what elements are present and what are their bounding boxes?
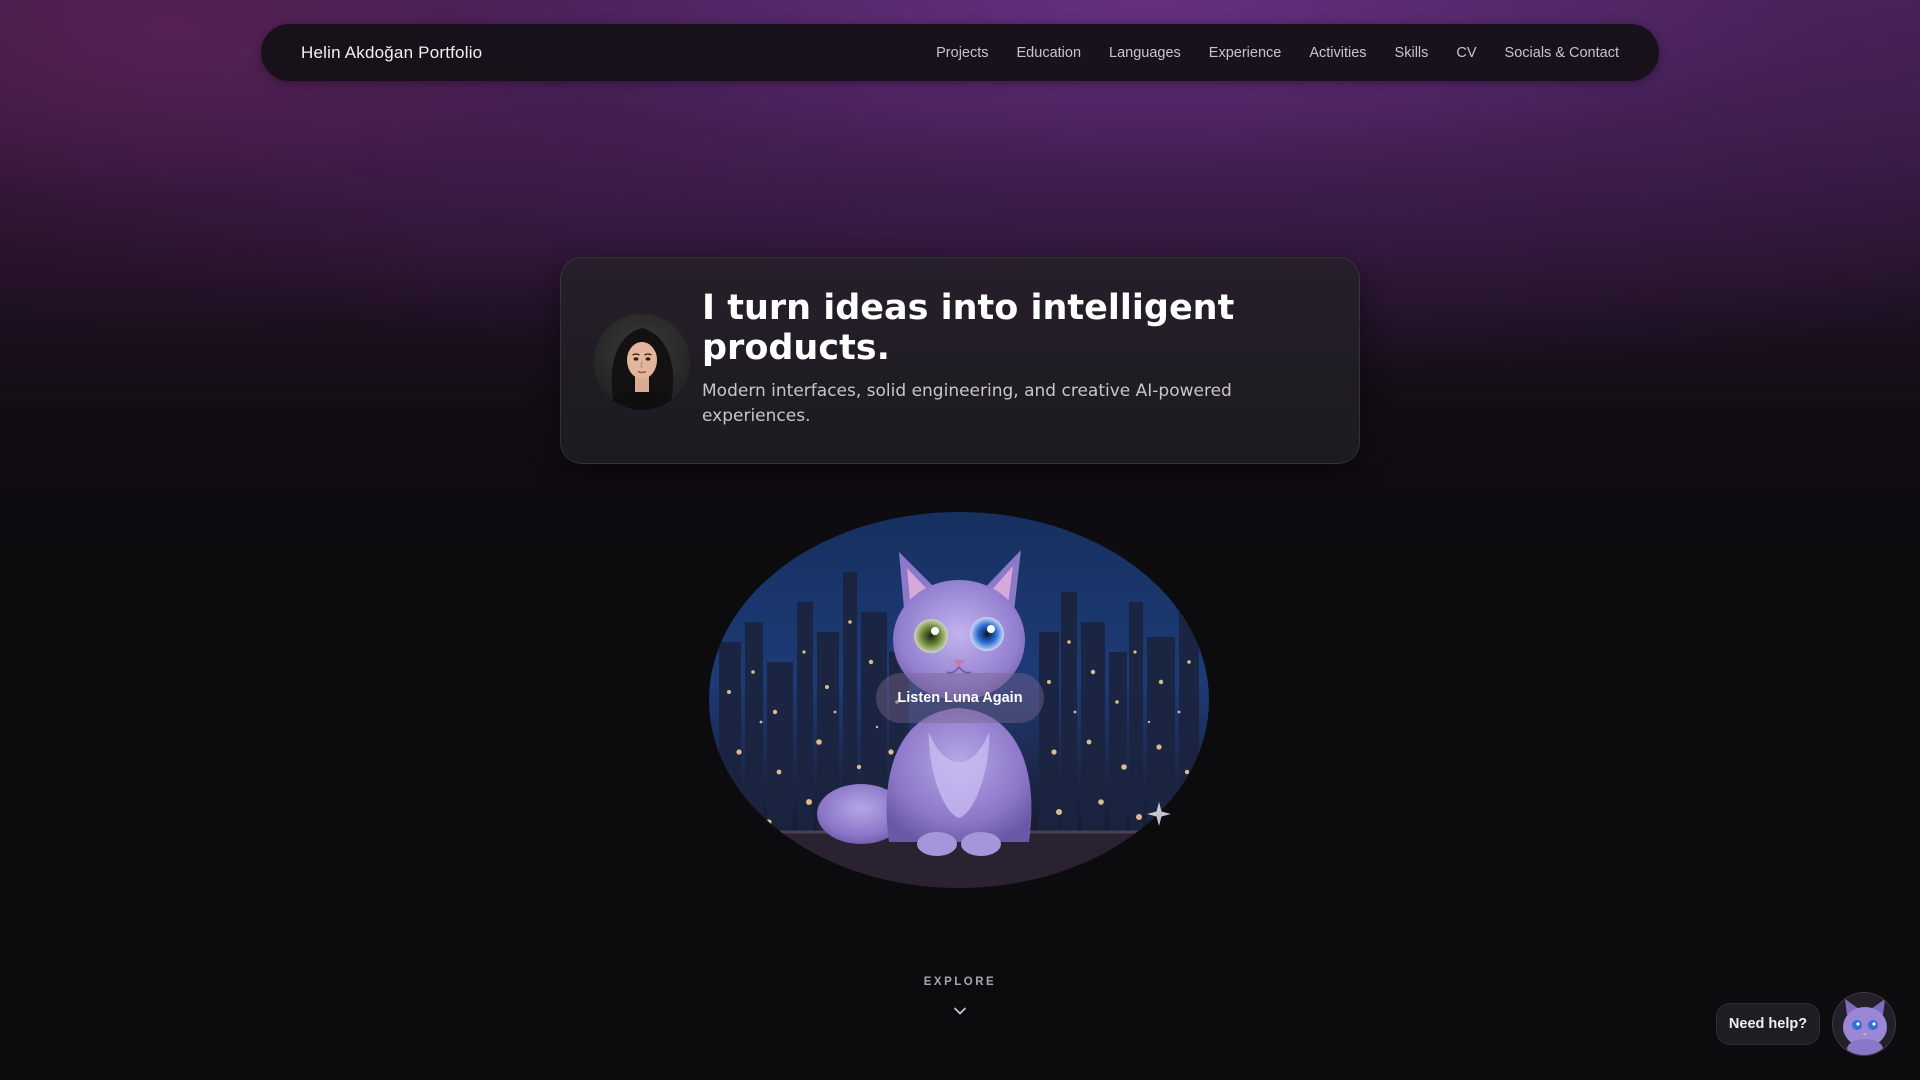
need-help-button[interactable]: Need help? bbox=[1716, 1003, 1820, 1045]
nav-link-socials-contact[interactable]: Socials & Contact bbox=[1505, 45, 1619, 61]
explore-label[interactable]: EXPLORE bbox=[860, 976, 1060, 988]
hero-title: I turn ideas into intelligent products. bbox=[702, 288, 1235, 368]
profile-avatar bbox=[594, 314, 690, 410]
hero-subtitle: Modern interfaces, solid engineering, an… bbox=[702, 381, 1232, 426]
hero-card: I turn ideas into intelligent products. … bbox=[560, 257, 1360, 464]
nav-link-projects[interactable]: Projects bbox=[936, 45, 988, 61]
nav-link-activities[interactable]: Activities bbox=[1309, 45, 1366, 61]
nav-link-cv[interactable]: CV bbox=[1456, 45, 1476, 61]
nav-link-skills[interactable]: Skills bbox=[1395, 45, 1429, 61]
chevron-down-icon[interactable] bbox=[952, 1003, 968, 1019]
brand-link[interactable]: Helin Akdoğan Portfolio bbox=[301, 43, 482, 63]
cat-assistant-icon bbox=[1833, 993, 1895, 1055]
nav-link-experience[interactable]: Experience bbox=[1209, 45, 1282, 61]
help-assistant-avatar[interactable] bbox=[1832, 992, 1896, 1056]
top-navbar: Helin Akdoğan Portfolio Projects Educati… bbox=[261, 24, 1659, 81]
nav-link-languages[interactable]: Languages bbox=[1109, 45, 1181, 61]
nav-links: Projects Education Languages Experience … bbox=[908, 45, 1619, 61]
listen-luna-again-button[interactable]: Listen Luna Again bbox=[876, 673, 1044, 723]
nav-link-education[interactable]: Education bbox=[1017, 45, 1082, 61]
profile-photo-icon bbox=[594, 314, 690, 410]
page: Helin Akdoğan Portfolio Projects Educati… bbox=[0, 0, 1920, 1080]
sparkle-icon bbox=[1147, 802, 1171, 826]
